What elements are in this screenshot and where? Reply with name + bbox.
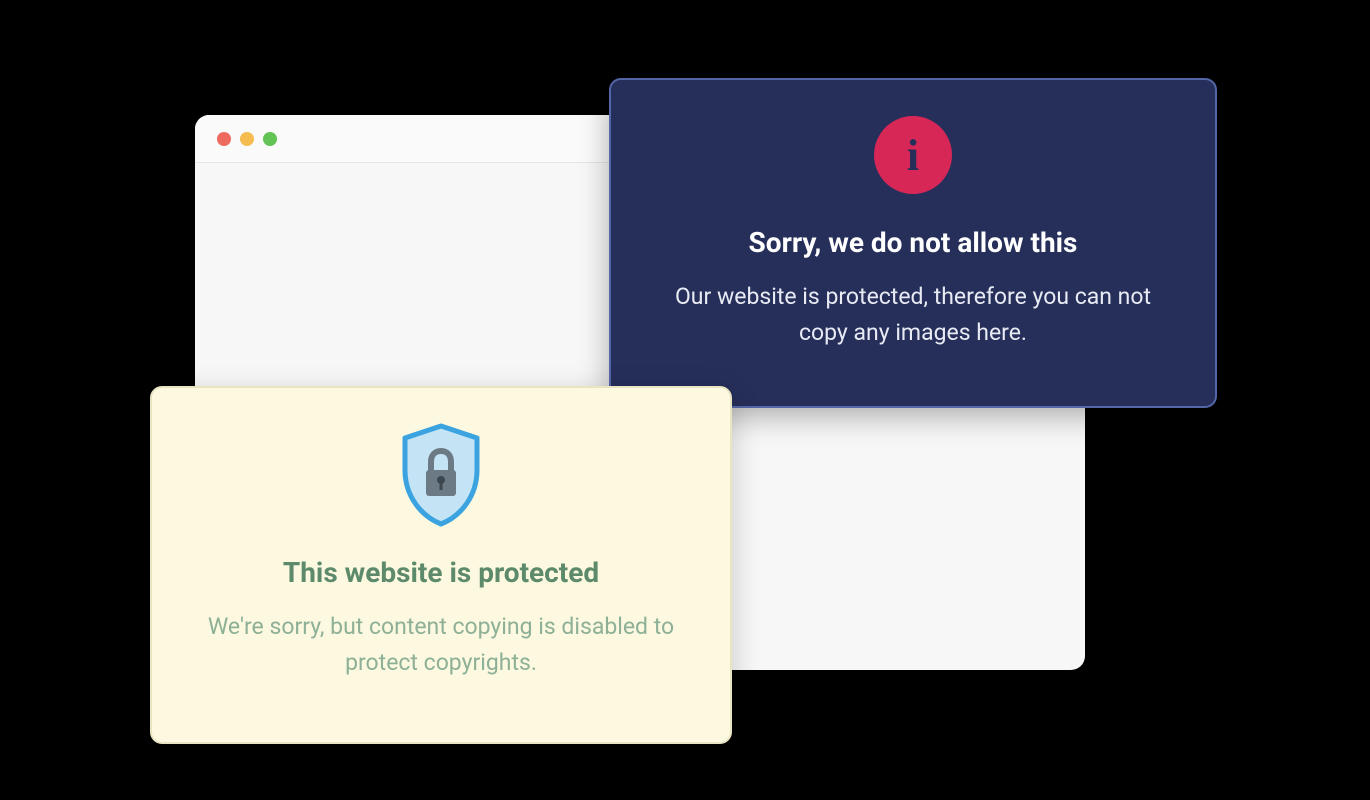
window-minimize-button[interactable]	[240, 132, 254, 146]
info-glyph: i	[907, 130, 919, 181]
copy-protection-modal-dark: i Sorry, we do not allow this Our websit…	[609, 78, 1217, 408]
modal-dark-body: Our website is protected, therefore you …	[653, 279, 1173, 350]
modal-dark-title: Sorry, we do not allow this	[749, 226, 1078, 259]
window-close-button[interactable]	[217, 132, 231, 146]
info-icon: i	[874, 116, 952, 194]
modal-light-body: We're sorry, but content copying is disa…	[201, 609, 681, 680]
modal-light-title: This website is protected	[283, 556, 599, 589]
shield-lock-icon	[393, 422, 489, 530]
copy-protection-modal-light: This website is protected We're sorry, b…	[150, 386, 732, 744]
window-maximize-button[interactable]	[263, 132, 277, 146]
